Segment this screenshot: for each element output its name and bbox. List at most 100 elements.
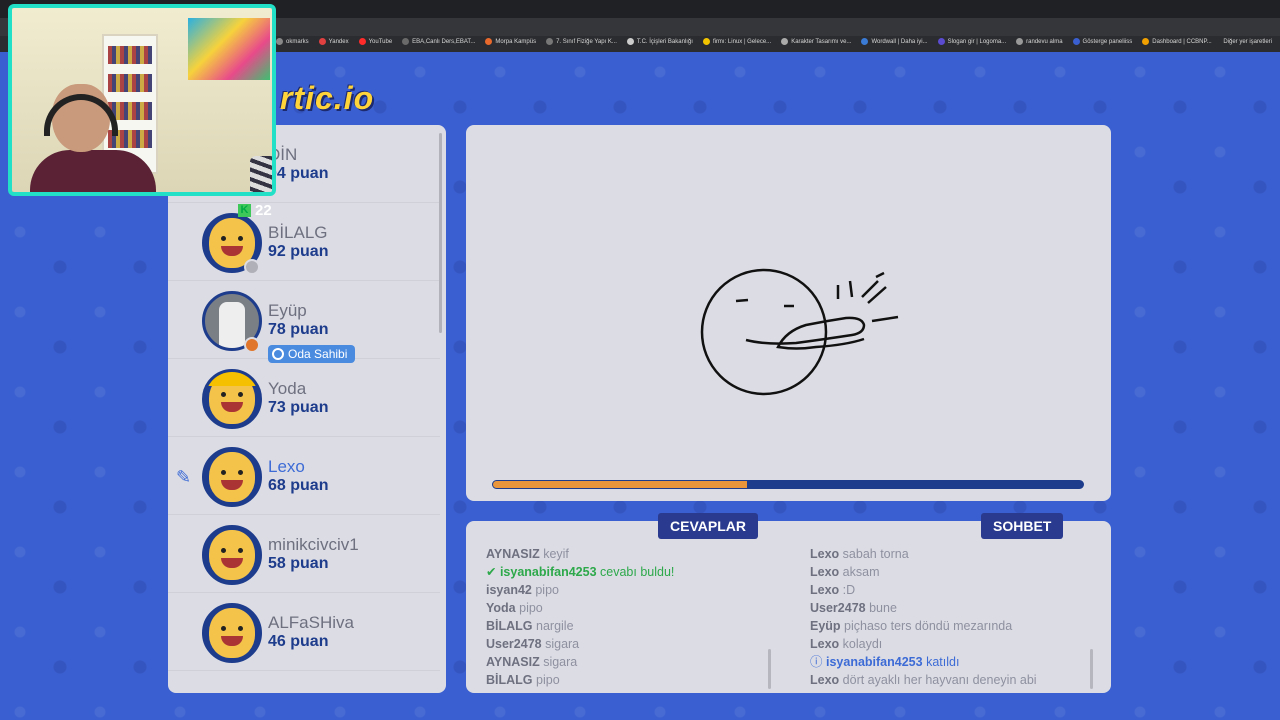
message-user[interactable]: Lexo [810, 547, 839, 561]
bookmark-favicon-icon [546, 38, 554, 45]
player-row[interactable]: BİLALG 92 puan [168, 203, 440, 281]
player-row[interactable]: ALFaSHiva 46 puan [168, 593, 440, 671]
drawing-canvas[interactable] [466, 125, 1111, 501]
bookmark-item[interactable]: Dashboard | CCBNP... [1142, 38, 1212, 45]
bookmark-label: Gösterge paneliiss [1082, 38, 1133, 45]
drawing [700, 268, 899, 396]
player-score: 92 puan [268, 243, 329, 260]
bookmark-item[interactable]: firmı: Linux | Gelece... [702, 38, 772, 45]
player-avatar [202, 525, 262, 585]
site-logo[interactable]: rtic.io [280, 80, 374, 117]
player-name: BİLALG [268, 223, 328, 242]
message-user[interactable]: Yoda [486, 601, 516, 615]
player-score: 58 puan [268, 555, 329, 572]
answers-tab[interactable]: CEVAPLAR [658, 513, 758, 539]
score-counter: K 22 [238, 202, 272, 219]
message-text: sigara [543, 655, 578, 669]
player-score: 78 puan [268, 321, 329, 338]
player-status-dot [244, 337, 260, 353]
answer-line: ✔ isyanabifan4253 cevabı buldu! [486, 563, 776, 581]
player-list-scrollbar[interactable] [439, 133, 442, 333]
player-row[interactable]: Eyüp 78 puan Oda Sahibi [168, 281, 440, 363]
message-text: pipo [519, 601, 543, 615]
player-score: 68 puan [268, 477, 329, 494]
bookmark-label: YouTube [368, 38, 393, 45]
bookmark-favicon-icon [318, 38, 326, 45]
message-user[interactable]: isyanabifan4253 [826, 655, 923, 669]
drawn-face-circle [700, 268, 828, 396]
bookmark-label: EBA,Canlı Ders,EBAT... [412, 38, 476, 45]
message-user[interactable]: Eyüp [810, 619, 841, 633]
answer-line: AYNASIZ keyif [486, 545, 776, 563]
message-user[interactable]: User2478 [486, 637, 542, 651]
bookmark-label: Dashboard | CCBNP... [1152, 38, 1212, 45]
bookmark-item[interactable]: okmarks [276, 38, 309, 45]
chat-tab[interactable]: SOHBET [981, 513, 1064, 539]
bookmark-favicon-icon [485, 38, 493, 45]
chat-message: Lexo aksam [810, 563, 1100, 581]
message-user[interactable]: User2478 [810, 601, 866, 615]
counter-value: 22 [255, 202, 272, 219]
bookmark-item[interactable]: 7. Sınıf Fiziğe Yapı K... [546, 38, 617, 45]
answer-line: isyan42 pipo [486, 581, 776, 599]
webcam-streamer [30, 76, 156, 192]
message-user[interactable]: BİLALG [486, 619, 533, 633]
check-icon: ✔ [486, 565, 500, 579]
bookmark-item[interactable]: Wordwall | Daha iyi... [861, 38, 928, 45]
bookmark-item[interactable]: Gösterge paneliiss [1072, 38, 1133, 45]
chat-scrollbar[interactable] [1090, 649, 1093, 689]
answers-scrollbar[interactable] [768, 649, 771, 689]
player-score: 73 puan [268, 399, 329, 416]
other-bookmarks[interactable]: Diğer yer işaretleri [1223, 39, 1272, 45]
message-user[interactable]: Lexo [810, 637, 839, 651]
player-row[interactable]: minikcivciv1 58 puan [168, 515, 440, 593]
message-user[interactable]: isyanabifan4253 [500, 565, 597, 579]
message-user[interactable]: Lexo [810, 673, 839, 687]
k-icon: K [238, 204, 251, 217]
bookmark-item[interactable]: Slogan gir | Logoma... [937, 38, 1007, 45]
message-text: keyif [543, 547, 569, 561]
message-user[interactable]: Lexo [810, 565, 839, 579]
bookmark-item[interactable]: EBA,Canlı Ders,EBAT... [402, 38, 475, 45]
player-row[interactable]: ✎ Lexo 68 puan [168, 437, 440, 515]
drawn-pipe [745, 316, 866, 350]
bookmark-label: firmı: Linux | Gelece... [712, 38, 772, 45]
message-text: dört ayaklı her hayvanı deneyin abi [842, 673, 1037, 687]
bookmark-label: randevu alma [1026, 38, 1063, 45]
answer-line: Yoda pipo [486, 599, 776, 617]
message-text: sigara [545, 637, 580, 651]
bookmark-item[interactable]: randevu alma [1016, 38, 1063, 45]
message-text: bune [869, 601, 897, 615]
bookmark-label: Wordwall | Daha iyi... [871, 38, 928, 45]
bookmark-favicon-icon [781, 38, 789, 45]
bookmark-item[interactable]: YouTube [358, 38, 393, 45]
pencil-icon: ✎ [176, 467, 192, 487]
player-score: 04 puan [268, 165, 329, 182]
bookmark-label: Slogan gir | Logoma... [947, 38, 1007, 45]
answer-line: BİLALG pipo [486, 671, 776, 689]
message-user[interactable]: BİLALG [486, 673, 533, 687]
message-user[interactable]: AYNASIZ [486, 655, 540, 669]
player-list: DİN 04 puan BİLALG 92 puan Eyüp 78 puan Oda Sa… [168, 125, 446, 693]
message-user[interactable]: AYNASIZ [486, 547, 540, 561]
message-text: pipo [535, 583, 559, 597]
message-text: piçhaso ters döndü mezarında [844, 619, 1013, 633]
bookmark-item[interactable]: Karakter Tasarımı ve... [781, 38, 851, 45]
player-name: Lexo [268, 457, 305, 476]
player-row[interactable]: Yoda 73 puan [168, 359, 440, 437]
player-score: 46 puan [268, 633, 329, 650]
chat-message: Lexo sabah torna [810, 545, 1100, 563]
chat-list: Lexo sabah torna Lexo aksam Lexo :D User247… [810, 545, 1100, 689]
bookmark-item[interactable]: Morpa Kampüs [485, 38, 536, 45]
message-user[interactable]: Lexo [810, 583, 839, 597]
message-user[interactable]: isyan42 [486, 583, 532, 597]
hat-icon [207, 372, 257, 386]
bookmark-item[interactable]: T.C. İçişleri Bakanlığı [626, 38, 693, 45]
bookmark-favicon-icon [1142, 38, 1150, 45]
chat-message: Lexo :D [810, 581, 1100, 599]
message-text: nargile [536, 619, 574, 633]
answer-line: BİLALG nargile [486, 617, 776, 635]
answer-line: User2478 sigara [486, 635, 776, 653]
bookmark-item[interactable]: Yandex [318, 38, 349, 45]
bookmark-label: T.C. İçişleri Bakanlığı [636, 38, 693, 45]
